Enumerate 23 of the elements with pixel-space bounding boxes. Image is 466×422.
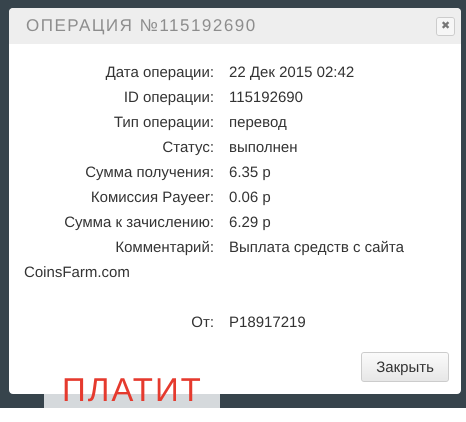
field-label: Тип операции: <box>112 113 214 133</box>
field-value: перевод <box>229 114 287 131</box>
field-value: 6.35 р <box>229 164 271 181</box>
close-dialog-button[interactable]: Закрыть <box>361 352 449 382</box>
field-value: Выплата средств с сайта <box>229 239 404 256</box>
field-label: Сумма к зачислению: <box>63 213 214 233</box>
field-label: Сумма получения: <box>84 163 214 183</box>
close-button[interactable]: ✖ <box>436 16 455 36</box>
field-value: CoinsFarm.com <box>24 264 130 281</box>
field-label: ID операции: <box>122 88 214 108</box>
field-label: Дата операции: <box>104 63 214 83</box>
field-value: 6.29 р <box>229 214 271 231</box>
field-value: выполнен <box>229 139 298 156</box>
annotation-text: ПЛАТИТ <box>62 372 203 408</box>
field-value: P18917219 <box>229 314 306 331</box>
field-value: 0.06 р <box>229 189 271 206</box>
field-label: Комментарий: <box>114 238 214 258</box>
field-label: От: <box>190 313 214 333</box>
field-value: 115192690 <box>229 89 303 106</box>
field-value: 22 Дек 2015 02:42 <box>229 64 354 81</box>
field-label: Комиссия Payeer: <box>90 188 214 208</box>
field-label: Статус: <box>161 138 214 158</box>
dialog-title: ОПЕРАЦИЯ №115192690 <box>26 16 257 36</box>
